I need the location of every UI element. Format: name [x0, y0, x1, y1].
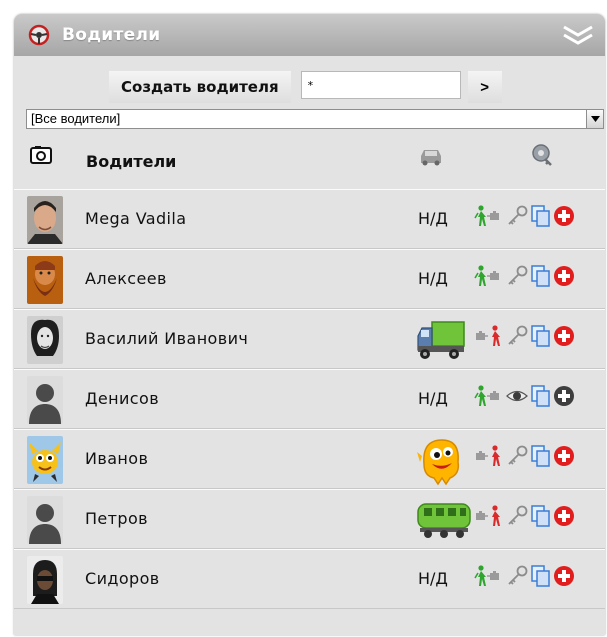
column-header-drivers: Водители — [86, 152, 177, 171]
table-row[interactable]: Сидоров Н/Д — [14, 549, 605, 609]
avatar-placeholder — [27, 376, 63, 424]
green-person-icon[interactable] — [474, 385, 504, 407]
row-actions — [474, 205, 576, 227]
key-icon[interactable] — [506, 505, 528, 527]
green-person-icon[interactable] — [474, 205, 504, 227]
avatar — [27, 556, 63, 604]
copy-icon[interactable] — [530, 265, 550, 287]
driver-name[interactable]: Алексеев — [85, 269, 167, 288]
delete-icon[interactable] — [552, 505, 576, 527]
table-row[interactable]: Петров — [14, 489, 605, 549]
avatar — [27, 256, 63, 304]
table-row[interactable]: Mega Vadila Н/Д — [14, 189, 605, 249]
avatar — [27, 196, 63, 244]
key-icon[interactable] — [506, 265, 528, 287]
row-actions — [474, 385, 576, 407]
row-actions — [474, 265, 576, 287]
table-row[interactable]: Алексеев Н/Д — [14, 249, 605, 309]
monster-icon[interactable] — [416, 434, 466, 486]
driver-name[interactable]: Денисов — [85, 389, 159, 408]
copy-icon[interactable] — [530, 445, 550, 467]
toolbar: Создать водителя > — [109, 71, 502, 103]
collapse-chevron-icon[interactable] — [561, 22, 595, 48]
copy-icon[interactable] — [530, 205, 550, 227]
red-person-icon[interactable] — [474, 325, 504, 347]
table-row[interactable]: Денисов Н/Д — [14, 369, 605, 429]
red-person-icon[interactable] — [474, 505, 504, 527]
copy-icon[interactable] — [530, 385, 550, 407]
table-row[interactable]: Иванов — [14, 429, 605, 489]
copy-icon[interactable] — [530, 505, 550, 527]
dropdown-arrow-icon[interactable] — [586, 110, 603, 128]
row-actions — [474, 565, 576, 587]
key-icon[interactable] — [506, 325, 528, 347]
row-actions — [474, 445, 576, 467]
camera-icon — [30, 146, 52, 164]
panel-titlebar: Водители — [14, 14, 605, 56]
vehicle-status: Н/Д — [418, 209, 448, 228]
driver-name[interactable]: Сидоров — [85, 569, 160, 588]
steering-wheel-icon — [28, 24, 50, 46]
avatar — [27, 436, 63, 484]
search-input[interactable] — [300, 71, 461, 99]
driver-name[interactable]: Василий Иванович — [85, 329, 248, 348]
delete-icon[interactable] — [552, 265, 576, 287]
driver-name[interactable]: Mega Vadila — [85, 209, 186, 228]
table-row[interactable]: Василий Иванович — [14, 309, 605, 369]
delete-icon[interactable] — [552, 205, 576, 227]
driver-filter-select[interactable]: [Все водители] — [26, 109, 604, 129]
copy-icon[interactable] — [530, 565, 550, 587]
search-go-button[interactable]: > — [467, 71, 502, 103]
truck-icon[interactable] — [416, 314, 466, 364]
row-actions — [474, 505, 576, 527]
driver-filter-value: [Все водители] — [31, 111, 121, 126]
car-icon — [421, 150, 441, 166]
eye-icon[interactable] — [506, 385, 528, 407]
red-person-icon[interactable] — [474, 445, 504, 467]
vehicle-status: Н/Д — [418, 269, 448, 288]
vehicle-status: Н/Д — [418, 389, 448, 408]
delete-icon[interactable] — [552, 445, 576, 467]
delete-disabled-icon[interactable] — [552, 385, 576, 407]
green-person-icon[interactable] — [474, 265, 504, 287]
key-icon[interactable] — [506, 445, 528, 467]
train-icon[interactable] — [416, 494, 472, 542]
row-actions — [474, 325, 576, 347]
driver-name[interactable]: Иванов — [85, 449, 148, 468]
panel-title: Водители — [62, 25, 161, 45]
driver-name[interactable]: Петров — [85, 509, 148, 528]
drivers-table: Водители Mega Vadila Н/Д Алексеев Н/Д Ва… — [14, 133, 605, 609]
create-driver-button[interactable]: Создать водителя — [109, 71, 291, 103]
key-icon[interactable] — [506, 565, 528, 587]
table-header: Водители — [14, 133, 605, 189]
vehicle-status: Н/Д — [418, 569, 448, 588]
delete-icon[interactable] — [552, 565, 576, 587]
copy-icon[interactable] — [530, 325, 550, 347]
green-person-icon[interactable] — [474, 565, 504, 587]
key-column-icon — [532, 144, 552, 166]
avatar-placeholder — [27, 496, 63, 544]
avatar — [27, 316, 63, 364]
delete-icon[interactable] — [552, 325, 576, 347]
key-icon[interactable] — [506, 205, 528, 227]
drivers-panel: Водители Создать водителя > [Все водител… — [14, 14, 605, 635]
